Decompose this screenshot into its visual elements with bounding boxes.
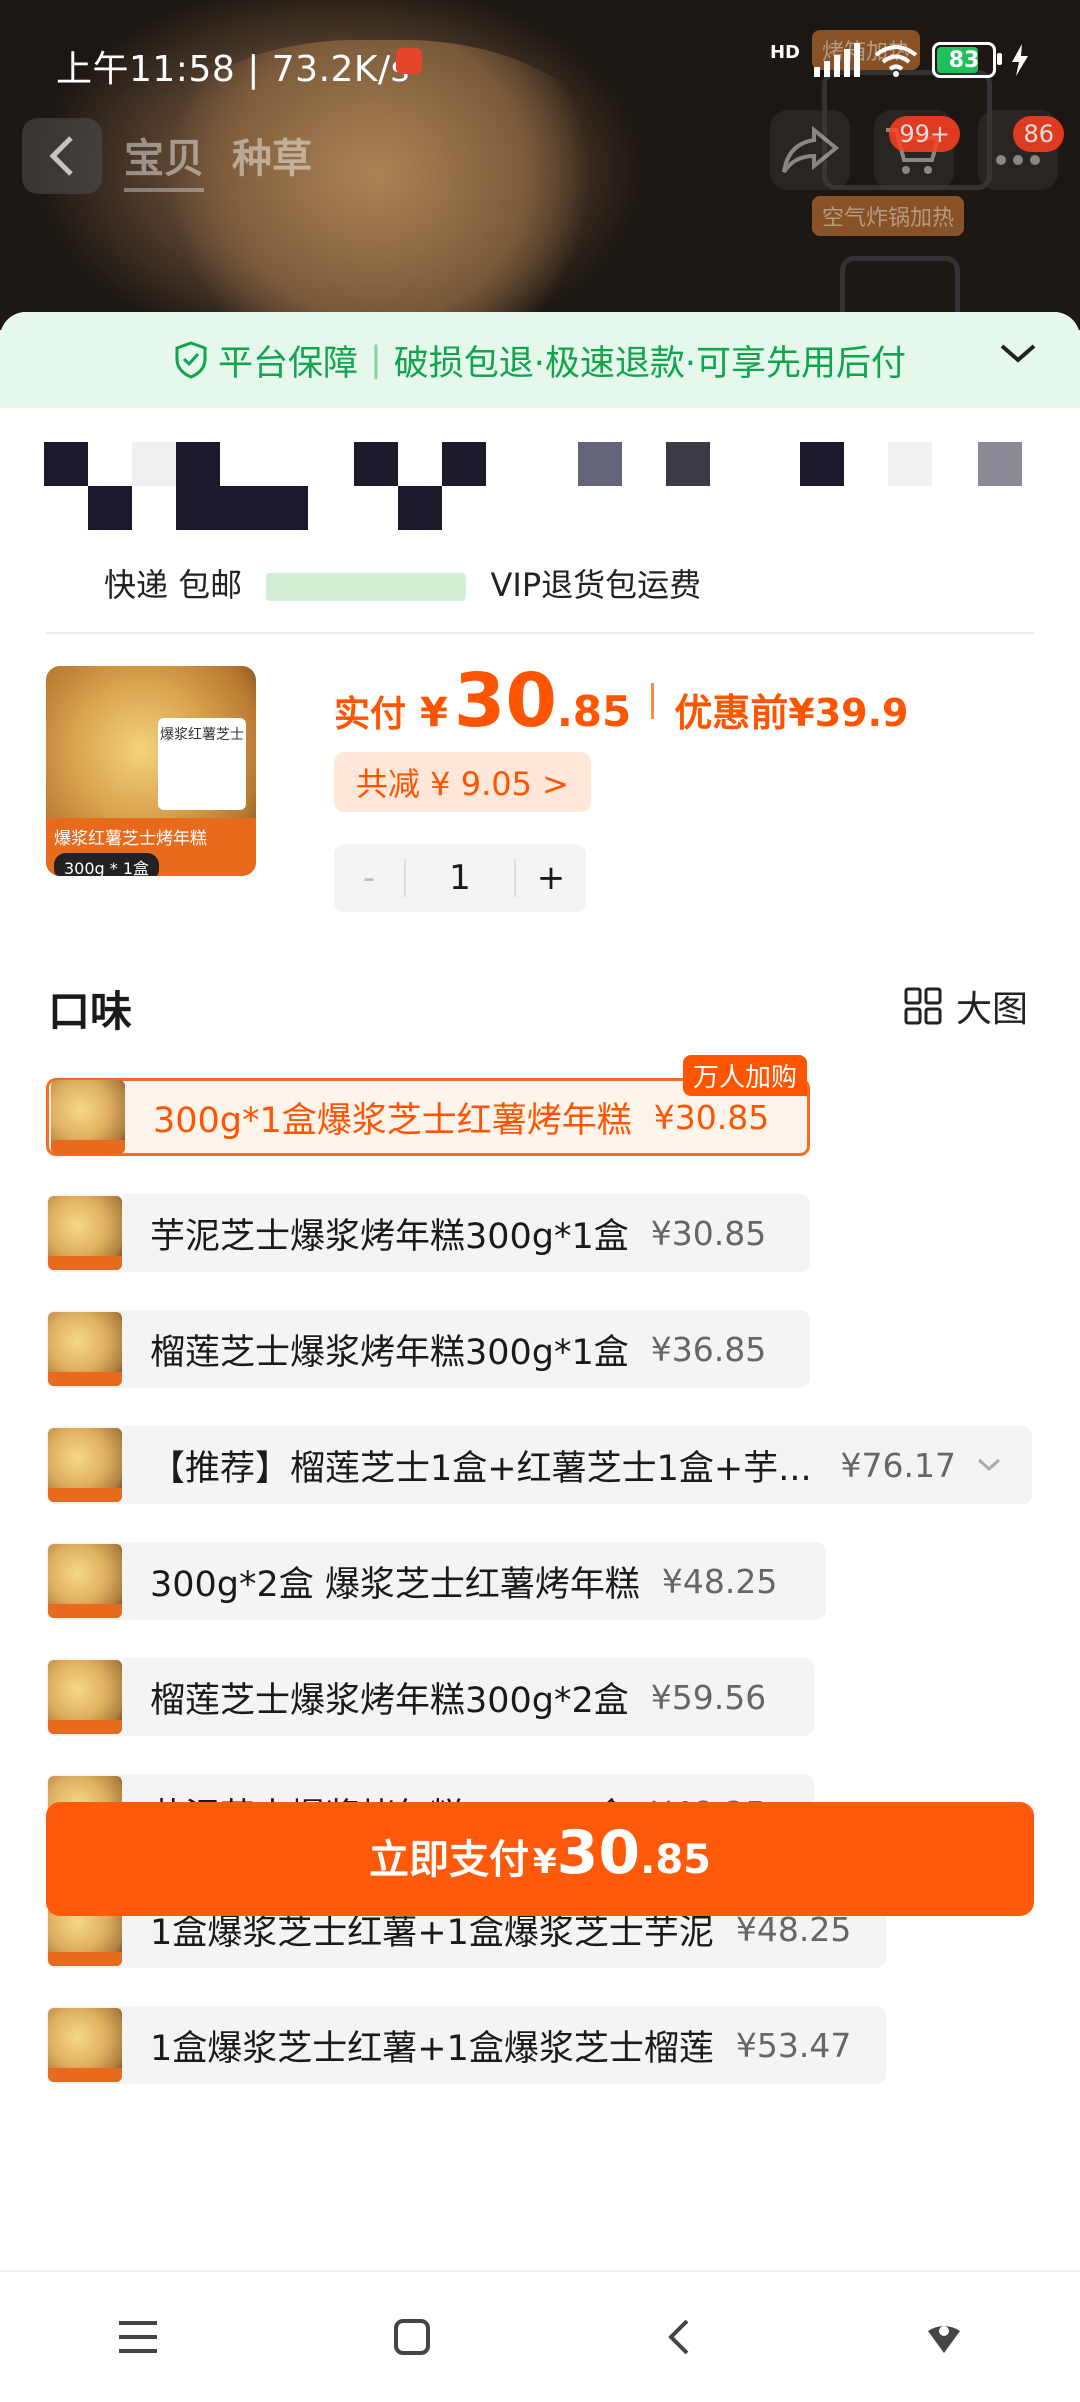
shipping-prefix: 快递 包邮 (104, 566, 243, 604)
option-thumbnail (48, 2008, 122, 2082)
price-line: 实付 ¥ 30 .85 优惠前 ¥39.9 (334, 658, 908, 744)
flavor-option[interactable]: 榴莲芝士爆浆烤年糕300g*1盒 ¥36.85 (46, 1310, 810, 1388)
system-nav-bar (0, 2270, 1080, 2402)
share-button[interactable] (770, 110, 850, 190)
guarantee-banner[interactable]: 平台保障 | 破损包退·极速退款·可享先用后付 (0, 312, 1080, 408)
status-bar: 上午11:58 | 73.2K/s HD 83 (0, 0, 1080, 120)
pay-button-label: 立即支付 (368, 1837, 529, 1883)
pay-label: 实付 (334, 694, 407, 735)
option-name: 300g*1盒爆浆芝士红薯烤年糕 (153, 1100, 632, 1141)
tab-seeding[interactable]: 种草 (232, 126, 312, 192)
option-name: 1盒爆浆芝士红薯+1盒爆浆芝士榴莲 (150, 2028, 714, 2069)
header-tabs: 宝贝 种草 (124, 126, 312, 192)
status-icons: HD 83 (770, 42, 1030, 78)
cart-badge: 99+ (889, 116, 960, 152)
flavor-option[interactable]: 芋泥芝士爆浆烤年糕300g*1盒 ¥30.85 (46, 1194, 810, 1272)
pay-button-dec: .85 (640, 1837, 712, 1883)
option-thumbnail (48, 1544, 122, 1618)
wifi-icon (874, 45, 918, 77)
header-actions: 99+ 86 (770, 110, 1064, 190)
tab-item[interactable]: 宝贝 (124, 126, 204, 192)
option-price: ¥30.85 (650, 1213, 767, 1253)
flavor-option[interactable]: 【推荐】榴莲芝士1盒+红薯芝士1盒+芋... ¥76.17 (46, 1426, 1032, 1504)
thumb-title: 爆浆红薯芝士烤年糕 (54, 829, 207, 849)
shipping-suffix: VIP退货包运费 (490, 566, 702, 604)
pay-dec: .85 (556, 687, 632, 736)
pay-now-button[interactable]: 立即支付 ¥ 30 .85 (46, 1802, 1034, 1916)
discount-chip[interactable]: 共减 ¥ 9.05 > (334, 752, 591, 812)
shipping-info: 快递 包邮 VIP退货包运费 (104, 560, 701, 606)
option-price: ¥76.17 (840, 1445, 956, 1485)
option-name: 芋泥芝士爆浆烤年糕300g*1盒 (150, 1216, 629, 1257)
charging-icon (1012, 44, 1028, 76)
flavor-title: 口味 (48, 987, 133, 1036)
price-divider (651, 683, 655, 719)
option-name: 榴莲芝士爆浆烤年糕300g*1盒 (150, 1332, 629, 1373)
before-label: 优惠前 (674, 691, 789, 735)
option-price: ¥36.85 (650, 1329, 767, 1369)
more-icon (996, 155, 1040, 165)
thumb-band: 爆浆红薯芝士烤年糕 300g * 1盒 (46, 818, 256, 876)
thumb-package: 爆浆红薯芝士 (158, 718, 246, 810)
flavor-option[interactable]: 万人加购 300g*1盒爆浆芝士红薯烤年糕 ¥30.85 (46, 1055, 810, 1156)
option-thumbnail (51, 1080, 125, 1154)
flavor-option[interactable]: 榴莲芝士爆浆烤年糕300g*2盒 ¥59.56 (46, 1658, 814, 1736)
quantity-stepper: - 1 + (334, 844, 586, 912)
option-name: 300g*2盒 爆浆芝士红薯烤年糕 (150, 1564, 640, 1605)
more-button[interactable]: 86 (978, 110, 1064, 190)
option-price: ¥53.47 (735, 2025, 852, 2065)
redacted-segment (266, 573, 467, 601)
option-name: 榴莲芝士爆浆烤年糕300g*2盒 (150, 1680, 629, 1721)
purchase-sheet: 平台保障 | 破损包退·极速退款·可享先用后付 快递 包邮 VIP退货包运费 爆… (0, 312, 1080, 2270)
big-view-toggle[interactable]: 大图 (904, 980, 1028, 1032)
chevron-down-icon[interactable] (998, 340, 1038, 366)
product-thumbnail[interactable]: 爆浆红薯芝士 爆浆红薯芝士烤年糕 300g * 1盒 (46, 666, 256, 876)
address-redacted[interactable] (44, 442, 1034, 532)
cart-button[interactable]: 99+ (874, 110, 960, 190)
chevron-down-icon[interactable] (976, 1457, 1002, 1473)
back-button[interactable] (22, 118, 102, 194)
option-thumbnail (48, 1312, 122, 1386)
pay-yen: ¥ (420, 690, 448, 736)
option-thumbnail (48, 1196, 122, 1270)
option-thumbnail (48, 1660, 122, 1734)
battery-percent: 83 (948, 47, 980, 73)
selected-badge: 万人加购 (682, 1055, 807, 1096)
signal-icon (814, 43, 860, 77)
battery-icon: 83 (932, 42, 1002, 78)
status-time: 上午11:58 | 73.2K/s (56, 49, 410, 90)
option-name: 【推荐】榴莲芝士1盒+红薯芝士1盒+芋... (150, 1448, 812, 1489)
back-icon (49, 136, 73, 176)
pay-int: 30 (453, 658, 557, 744)
share-icon (782, 126, 840, 174)
flavor-option[interactable]: 1盒爆浆芝士红薯+1盒爆浆芝士榴莲 ¥53.47 (46, 2006, 886, 2084)
pay-button-int: 30 (556, 1818, 641, 1888)
grid-icon (904, 987, 942, 1025)
message-badge: 86 (1013, 116, 1064, 152)
option-thumbnail (48, 1428, 122, 1502)
hd-label: HD (769, 42, 800, 63)
guarantee-divider: | (369, 340, 382, 380)
option-price: ¥48.25 (661, 1561, 778, 1601)
pay-button-yen: ¥ (532, 1842, 557, 1882)
decrease-button[interactable]: - (334, 858, 404, 898)
hero-tag-airfryer: 空气炸锅加热 (812, 196, 965, 236)
shield-check-icon (175, 341, 207, 379)
assistant-icon[interactable] (924, 2317, 964, 2357)
menu-icon[interactable] (117, 2319, 159, 2355)
flavor-option[interactable]: 300g*2盒 爆浆芝士红薯烤年糕 ¥48.25 (46, 1542, 826, 1620)
option-price: ¥30.85 (653, 1097, 770, 1137)
quantity-value[interactable]: 1 (404, 859, 516, 897)
guarantee-text: 破损包退·极速退款·可享先用后付 (393, 343, 907, 384)
increase-button[interactable]: + (516, 858, 586, 898)
guarantee-label: 平台保障 (217, 343, 358, 384)
big-view-label: 大图 (955, 989, 1028, 1030)
home-icon[interactable] (392, 2317, 432, 2357)
app-notify-icon (396, 48, 422, 74)
before-price: ¥39.9 (788, 691, 909, 735)
divider (46, 632, 1034, 634)
option-price: ¥59.56 (650, 1677, 767, 1717)
back-nav-icon[interactable] (665, 2317, 691, 2357)
thumb-weight: 300g * 1盒 (54, 853, 160, 876)
